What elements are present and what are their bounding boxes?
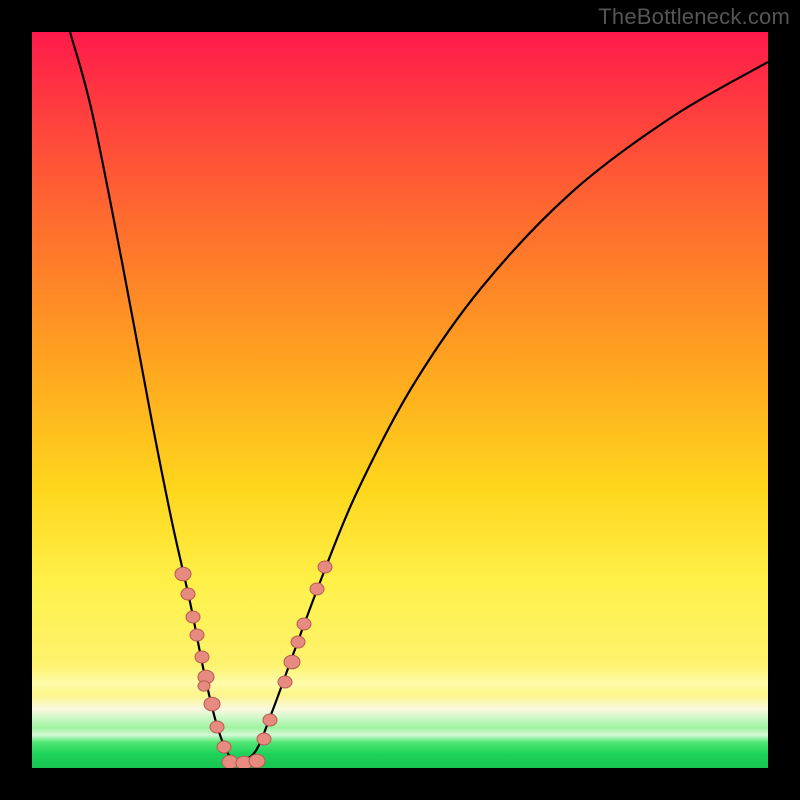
- bead-marker: [217, 741, 231, 753]
- bead-marker: [190, 629, 204, 641]
- bead-marker: [222, 755, 238, 768]
- chart-svg: [32, 32, 768, 768]
- bead-marker: [210, 721, 224, 733]
- bead-marker: [181, 588, 195, 600]
- bead-marker: [278, 676, 292, 688]
- bead-marker: [249, 754, 265, 768]
- watermark-text: TheBottleneck.com: [598, 4, 790, 30]
- bead-marker: [263, 714, 277, 726]
- curve-left-branch: [70, 32, 237, 762]
- bead-marker: [297, 618, 311, 630]
- plot-area: [32, 32, 768, 768]
- bead-marker: [284, 655, 300, 669]
- curve-right-branch: [237, 62, 768, 762]
- bead-marker: [195, 651, 209, 663]
- bead-marker: [318, 561, 332, 573]
- bead-marker: [310, 583, 324, 595]
- bead-marker: [186, 611, 200, 623]
- bead-marker: [175, 567, 191, 581]
- bead-marker: [198, 681, 210, 691]
- bead-marker: [291, 636, 305, 648]
- bead-marker: [257, 733, 271, 745]
- beads-group: [175, 561, 332, 768]
- bead-marker: [204, 697, 220, 711]
